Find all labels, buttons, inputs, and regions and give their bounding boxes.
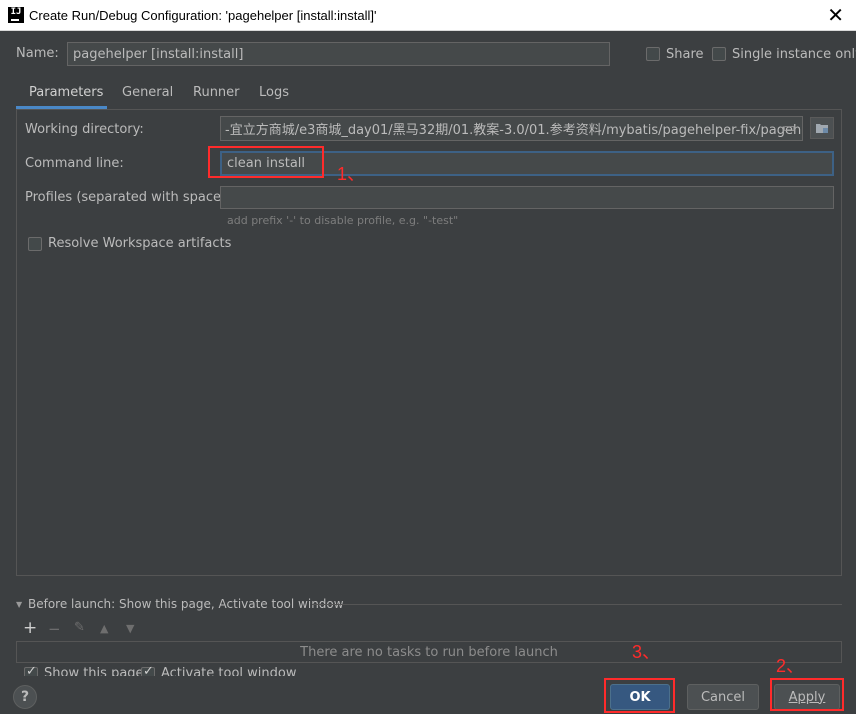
show-page-checkbox[interactable] [24,664,38,676]
folder-open-icon[interactable]: ▭ [783,121,795,136]
annotation-box-command-line [208,146,324,178]
profiles-label: Profiles (separated with space): [25,190,231,205]
tab-general[interactable]: General [122,85,173,100]
annotation-box-apply [770,678,844,711]
show-page-label: Show this page [44,666,144,676]
command-line-label: Command line: [25,156,124,171]
folder-icon [816,124,828,133]
resolve-workspace-label: Resolve Workspace artifacts [48,236,232,251]
single-instance-label: Single instance only [732,47,856,62]
move-down-icon: ▼ [126,622,135,635]
share-checkbox[interactable] [646,47,660,61]
title-bar: IJ Create Run/Debug Configuration: 'page… [0,0,856,31]
profiles-hint: add prefix '-' to disable profile, e.g. … [227,214,459,227]
help-button[interactable]: ? [13,685,37,709]
name-input-value: pagehelper [install:install] [73,46,244,62]
before-launch-header[interactable]: Before launch: Show this page, Activate … [28,597,344,611]
resolve-workspace-checkbox[interactable] [28,237,42,251]
window-title: Create Run/Debug Configuration: 'pagehel… [29,7,377,23]
working-directory-input[interactable]: -宜立方商城/e3商城_day01/黑马32期/01.教案-3.0/01.参考资… [220,116,803,141]
working-directory-value: -宜立方商城/e3商城_day01/黑马32期/01.教案-3.0/01.参考资… [225,123,803,138]
cancel-button[interactable]: Cancel [687,684,759,710]
tab-runner[interactable]: Runner [193,85,240,100]
annotation-number-three: 3、 [632,642,661,662]
tab-parameters[interactable]: Parameters [29,85,103,100]
annotation-number-two: 2、 [776,656,805,676]
collapse-arrow-icon[interactable]: ▼ [16,600,22,609]
no-tasks-text: There are no tasks to run before launch [300,644,558,660]
name-input[interactable]: pagehelper [install:install] [67,42,610,66]
annotation-number-one: 1、 [337,164,366,184]
name-label: Name: [16,46,59,61]
profiles-input[interactable] [220,186,834,209]
share-label: Share [666,47,704,62]
tab-logs[interactable]: Logs [259,85,289,100]
close-icon[interactable]: ✕ [827,4,844,26]
working-directory-label: Working directory: [25,122,144,137]
launch-options-row: Show this page Activate tool window [16,664,576,676]
edit-task-icon: ✎ [74,620,85,635]
activate-tool-window-label: Activate tool window [161,666,297,676]
macro-folder-button[interactable] [810,117,834,139]
remove-task-icon: − [48,620,61,638]
annotation-box-ok [604,678,675,713]
single-instance-checkbox[interactable] [712,47,726,61]
before-launch-divider [312,604,842,605]
activate-tool-window-checkbox[interactable] [141,664,155,676]
move-up-icon: ▲ [100,622,109,635]
intellij-app-icon: IJ [8,7,24,23]
add-task-icon[interactable]: + [23,618,37,638]
parameters-panel [16,109,842,576]
before-launch-task-list: There are no tasks to run before launch [16,641,842,663]
